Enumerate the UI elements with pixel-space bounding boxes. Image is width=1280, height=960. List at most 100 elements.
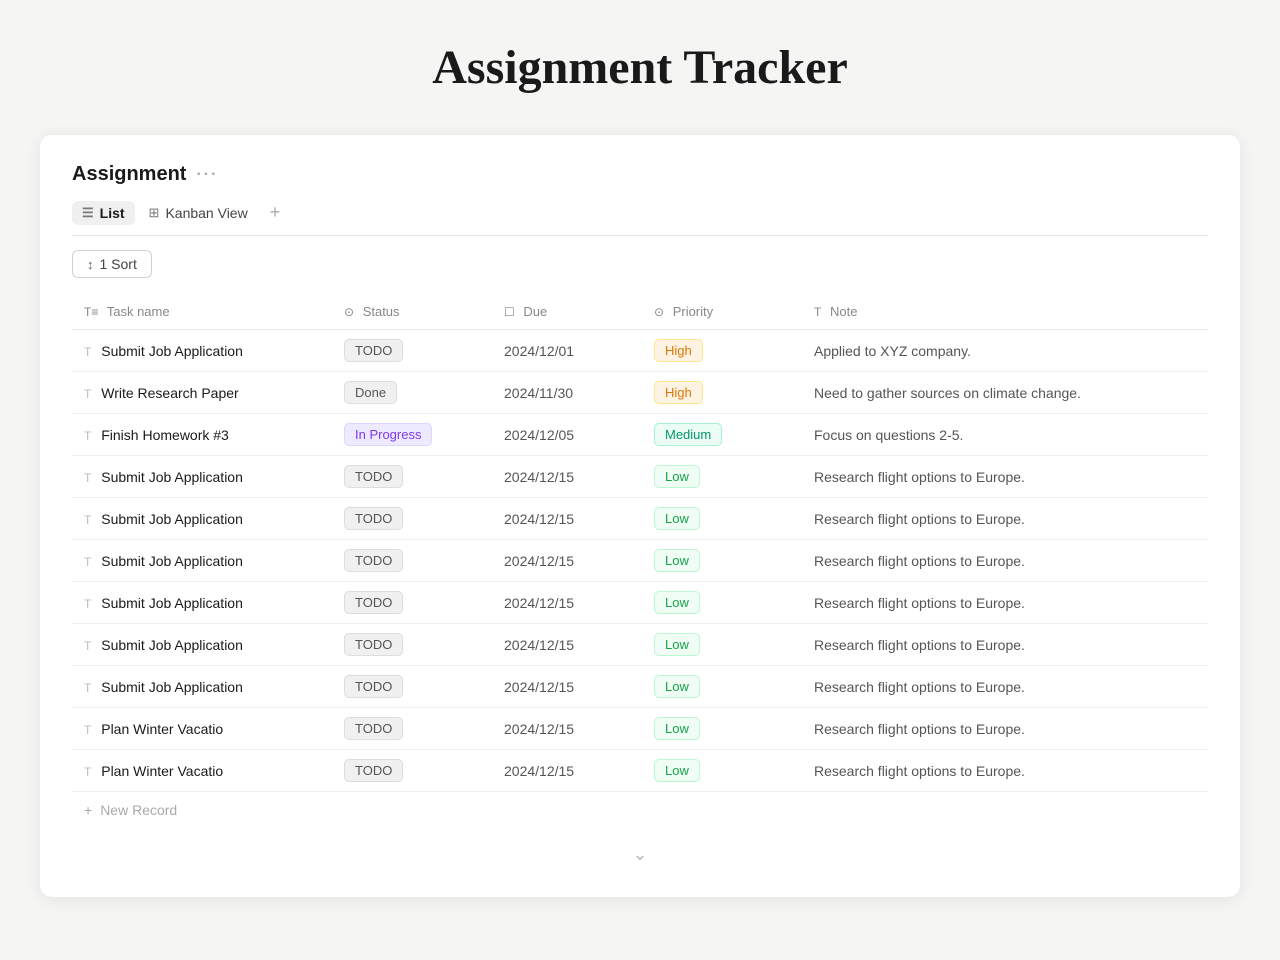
priority-badge-2[interactable]: Medium (654, 423, 722, 446)
cell-task-1: T Write Research Paper (72, 372, 332, 414)
priority-badge-8[interactable]: Low (654, 675, 700, 698)
sort-button[interactable]: ↕ 1 Sort (72, 250, 152, 278)
row-type-icon-9: T (84, 723, 91, 737)
table-row[interactable]: T Submit Job Application TODO 2024/12/01… (72, 330, 1208, 372)
cell-priority-6[interactable]: Low (642, 582, 802, 624)
cell-priority-3[interactable]: Low (642, 456, 802, 498)
cell-note-1: Need to gather sources on climate change… (802, 372, 1208, 414)
cell-priority-5[interactable]: Low (642, 540, 802, 582)
new-record-row[interactable]: + New Record (72, 791, 1208, 828)
task-name-10: Plan Winter Vacatio (101, 763, 223, 779)
add-view-button[interactable]: + (262, 200, 289, 225)
table-row[interactable]: T Write Research Paper Done 2024/11/30 H… (72, 372, 1208, 414)
status-badge-5[interactable]: TODO (344, 549, 403, 572)
cell-status-8[interactable]: TODO (332, 666, 492, 708)
cell-priority-4[interactable]: Low (642, 498, 802, 540)
priority-badge-3[interactable]: Low (654, 465, 700, 488)
priority-col-label: Priority (673, 304, 713, 319)
cell-status-5[interactable]: TODO (332, 540, 492, 582)
status-badge-3[interactable]: TODO (344, 465, 403, 488)
priority-badge-6[interactable]: Low (654, 591, 700, 614)
priority-badge-10[interactable]: Low (654, 759, 700, 782)
assignments-table: T≡ Task name ⊙ Status ☐ Due ⊙ Priority T (72, 294, 1208, 791)
tab-list[interactable]: ☰ List (72, 201, 135, 225)
status-badge-7[interactable]: TODO (344, 633, 403, 656)
cell-status-9[interactable]: TODO (332, 708, 492, 750)
cell-status-10[interactable]: TODO (332, 750, 492, 792)
task-name-8: Submit Job Application (101, 679, 243, 695)
more-options-icon[interactable]: ··· (196, 166, 218, 184)
task-name-7: Submit Job Application (101, 637, 243, 653)
table-row[interactable]: T Plan Winter Vacatio TODO 2024/12/15 Lo… (72, 708, 1208, 750)
cell-status-7[interactable]: TODO (332, 624, 492, 666)
cell-task-5: T Submit Job Application (72, 540, 332, 582)
status-badge-10[interactable]: TODO (344, 759, 403, 782)
table-row[interactable]: T Submit Job Application TODO 2024/12/15… (72, 666, 1208, 708)
task-name-1: Write Research Paper (101, 385, 238, 401)
cell-due-6: 2024/12/15 (492, 582, 642, 624)
priority-col-icon: ⊙ (654, 305, 664, 319)
status-badge-6[interactable]: TODO (344, 591, 403, 614)
cell-status-3[interactable]: TODO (332, 456, 492, 498)
note-col-label: Note (830, 304, 857, 319)
cell-priority-10[interactable]: Low (642, 750, 802, 792)
table-row[interactable]: T Submit Job Application TODO 2024/12/15… (72, 540, 1208, 582)
task-name-0: Submit Job Application (101, 343, 243, 359)
cell-due-10: 2024/12/15 (492, 750, 642, 792)
cell-task-10: T Plan Winter Vacatio (72, 750, 332, 792)
table-row[interactable]: T Submit Job Application TODO 2024/12/15… (72, 624, 1208, 666)
cell-status-6[interactable]: TODO (332, 582, 492, 624)
priority-badge-7[interactable]: Low (654, 633, 700, 656)
note-text-10: Research flight options to Europe. (814, 763, 1025, 779)
status-badge-9[interactable]: TODO (344, 717, 403, 740)
status-badge-2[interactable]: In Progress (344, 423, 432, 446)
due-date-2: 2024/12/05 (504, 427, 574, 443)
status-badge-0[interactable]: TODO (344, 339, 403, 362)
cell-priority-2[interactable]: Medium (642, 414, 802, 456)
priority-badge-1[interactable]: High (654, 381, 703, 404)
col-header-task: T≡ Task name (72, 294, 332, 330)
cell-status-2[interactable]: In Progress (332, 414, 492, 456)
status-badge-4[interactable]: TODO (344, 507, 403, 530)
row-type-icon-0: T (84, 345, 91, 359)
cell-status-1[interactable]: Done (332, 372, 492, 414)
status-badge-8[interactable]: TODO (344, 675, 403, 698)
cell-due-2: 2024/12/05 (492, 414, 642, 456)
due-date-10: 2024/12/15 (504, 763, 574, 779)
cell-due-5: 2024/12/15 (492, 540, 642, 582)
cell-status-4[interactable]: TODO (332, 498, 492, 540)
list-tab-label: List (100, 205, 125, 221)
row-type-icon-7: T (84, 639, 91, 653)
cell-priority-9[interactable]: Low (642, 708, 802, 750)
note-text-7: Research flight options to Europe. (814, 637, 1025, 653)
priority-badge-9[interactable]: Low (654, 717, 700, 740)
table-row[interactable]: T Submit Job Application TODO 2024/12/15… (72, 498, 1208, 540)
priority-badge-5[interactable]: Low (654, 549, 700, 572)
cell-due-8: 2024/12/15 (492, 666, 642, 708)
table-row[interactable]: T Plan Winter Vacatio TODO 2024/12/15 Lo… (72, 750, 1208, 792)
sort-icon: ↕ (87, 257, 94, 272)
task-col-label: Task name (107, 304, 170, 319)
cell-due-4: 2024/12/15 (492, 498, 642, 540)
due-col-icon: ☐ (504, 305, 515, 319)
cell-status-0[interactable]: TODO (332, 330, 492, 372)
note-text-9: Research flight options to Europe. (814, 721, 1025, 737)
row-type-icon-5: T (84, 555, 91, 569)
table-row[interactable]: T Finish Homework #3 In Progress 2024/12… (72, 414, 1208, 456)
priority-badge-4[interactable]: Low (654, 507, 700, 530)
col-header-note: T Note (802, 294, 1208, 330)
cell-priority-0[interactable]: High (642, 330, 802, 372)
table-row[interactable]: T Submit Job Application TODO 2024/12/15… (72, 582, 1208, 624)
cell-priority-8[interactable]: Low (642, 666, 802, 708)
col-header-priority: ⊙ Priority (642, 294, 802, 330)
cell-priority-1[interactable]: High (642, 372, 802, 414)
status-badge-1[interactable]: Done (344, 381, 397, 404)
table-row[interactable]: T Submit Job Application TODO 2024/12/15… (72, 456, 1208, 498)
priority-badge-0[interactable]: High (654, 339, 703, 362)
tab-kanban[interactable]: ⊞ Kanban View (139, 201, 258, 225)
cell-task-8: T Submit Job Application (72, 666, 332, 708)
note-text-5: Research flight options to Europe. (814, 553, 1025, 569)
cell-priority-7[interactable]: Low (642, 624, 802, 666)
note-text-0: Applied to XYZ company. (814, 343, 971, 359)
status-col-label: Status (363, 304, 400, 319)
